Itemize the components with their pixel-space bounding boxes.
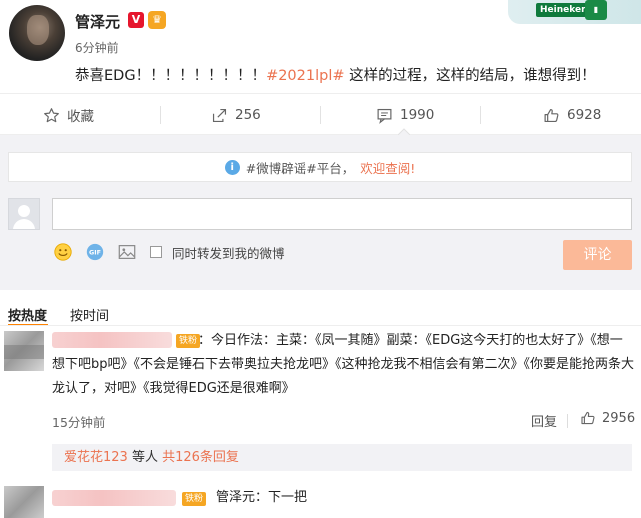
author-avatar[interactable] xyxy=(9,5,65,61)
gif-button[interactable]: GIF xyxy=(84,241,106,263)
action-divider xyxy=(320,106,321,124)
comment-count: 1990 xyxy=(400,107,435,123)
like-divider xyxy=(567,414,568,428)
fan-badge: 铁粉 xyxy=(182,492,207,506)
comment-text: 管泽元：下一把 xyxy=(216,490,308,505)
action-divider xyxy=(480,106,481,124)
tab-sort-hot[interactable]: 按热度 xyxy=(8,305,47,324)
reply-user[interactable]: 爱花花123 xyxy=(64,450,128,465)
reply-button[interactable]: 回复 xyxy=(531,411,557,430)
composer-toolbar: GIF 同时转发到我的微博 xyxy=(52,240,285,264)
forward-checkbox[interactable] xyxy=(150,246,162,258)
rumor-notice: i #微博辟谣#平台， 欢迎查阅! xyxy=(8,152,632,182)
svg-text:GIF: GIF xyxy=(89,250,101,257)
image-icon xyxy=(118,245,136,259)
commenter-avatar[interactable] xyxy=(4,331,44,371)
comment-icon xyxy=(377,108,392,124)
post-text-suffix: 这样的过程，这样的结局，谁想得到！ xyxy=(344,68,596,84)
smiley-icon xyxy=(54,243,72,261)
post-time[interactable]: 6分钟前 xyxy=(75,39,119,56)
tab-sort-time[interactable]: 按时间 xyxy=(70,305,109,324)
sort-divider xyxy=(0,325,641,326)
commenter-avatar[interactable] xyxy=(4,486,44,518)
comment-text: ：今日作法：主菜：《凤一其随》副菜：《EDG这今天打的也太好了》《想一想下吧bp… xyxy=(52,333,635,396)
comment-like-button[interactable]: 2956 xyxy=(580,410,635,426)
reply-connector: 等人 xyxy=(127,450,163,465)
action-divider xyxy=(160,106,161,124)
image-button[interactable] xyxy=(116,241,138,263)
author-name[interactable]: 管泽元 xyxy=(75,11,120,32)
submit-comment-button[interactable]: 评论 xyxy=(563,240,632,270)
forward-label[interactable]: 同时转发到我的微博 xyxy=(172,243,285,262)
verified-badge-icon: V xyxy=(128,12,144,28)
thumbs-up-icon xyxy=(544,108,559,122)
info-icon: i xyxy=(224,159,240,175)
post-text-prefix: 恭喜EDG！！！！！！！！！ xyxy=(75,68,267,84)
active-tab-caret-icon xyxy=(398,128,410,135)
favorite-button[interactable]: 收藏 xyxy=(43,94,94,136)
comment-like-count: 2956 xyxy=(602,410,636,426)
current-user-avatar xyxy=(8,198,40,230)
like-button[interactable]: 6928 xyxy=(543,94,601,136)
repost-icon xyxy=(212,108,227,122)
repost-button[interactable]: 256 xyxy=(211,94,261,136)
emoji-button[interactable] xyxy=(52,241,74,263)
post-text: 恭喜EDG！！！！！！！！！#2021lpl# 这样的过程，这样的结局，谁想得到… xyxy=(75,64,596,85)
post-hashtag[interactable]: #2021lpl# xyxy=(266,68,344,84)
like-count: 6928 xyxy=(567,107,602,123)
comment-composer: i #微博辟谣#平台， 欢迎查阅! GIF 同时转发到我的微博 评论 xyxy=(0,135,641,290)
notice-link[interactable]: 欢迎查阅! xyxy=(360,158,415,177)
comment-sort-tabs: 按热度 按时间 xyxy=(0,300,641,326)
repost-count: 256 xyxy=(235,107,261,123)
comment-input[interactable] xyxy=(52,198,632,230)
vip-crown-icon: ♛ xyxy=(148,11,166,29)
commenter-name[interactable] xyxy=(52,490,176,506)
post-action-bar: 收藏 256 1990 6928 xyxy=(0,93,641,135)
reply-count[interactable]: 共126条回复 xyxy=(162,450,239,465)
sub-replies-summary[interactable]: 爱花花123 等人 共126条回复 xyxy=(52,444,632,471)
comment-time: 15分钟前 xyxy=(52,415,106,430)
favorite-label: 收藏 xyxy=(67,109,94,125)
notice-text: #微博辟谣#平台， xyxy=(245,160,355,176)
gif-icon: GIF xyxy=(86,243,104,261)
ad-brand-label: Heineken xyxy=(536,3,592,17)
ad-bottle-icon: ▮ xyxy=(585,0,607,20)
thumbs-up-icon xyxy=(581,411,595,425)
star-icon xyxy=(44,107,59,122)
